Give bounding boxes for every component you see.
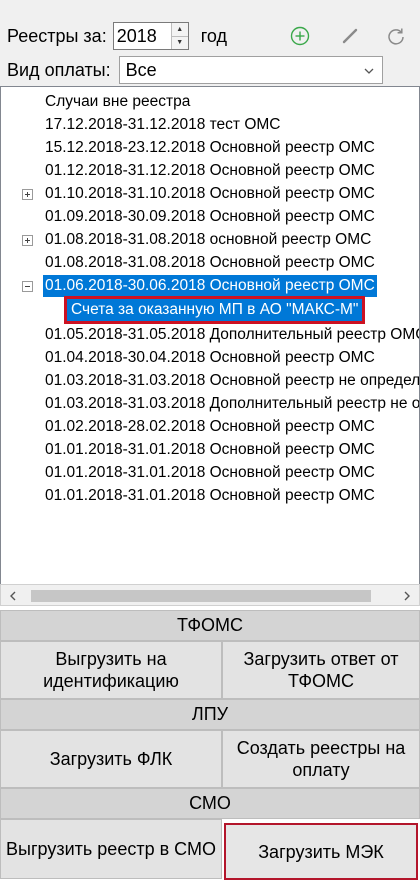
year-spinner: ▲ ▼ bbox=[170, 23, 188, 49]
tree-item-label[interactable]: 01.01.2018-31.01.2018 Основной реестр ОМ… bbox=[43, 439, 377, 461]
year-row: Реестры за: 2018 ▲ ▼ год bbox=[7, 22, 227, 50]
tree-item-selected[interactable]: 01.06.2018-30.06.2018 Основной реестр ОМ… bbox=[1, 275, 419, 297]
tree-item-label[interactable]: 01.08.2018-31.08.2018 Основной реестр ОМ… bbox=[43, 252, 377, 274]
tree-item-label[interactable]: 01.09.2018-30.09.2018 Основной реестр ОМ… bbox=[43, 206, 377, 228]
scroll-right-icon[interactable] bbox=[399, 588, 415, 604]
tree-item[interactable]: 01.08.2018-31.08.2018 основной реестр ОМ… bbox=[1, 229, 419, 251]
scrollbar-thumb[interactable] bbox=[31, 590, 371, 602]
tree-item[interactable]: 01.09.2018-30.09.2018 Основной реестр ОМ… bbox=[1, 206, 419, 228]
tree-item[interactable]: 01.05.2018-31.05.2018 Дополнительный рее… bbox=[1, 324, 419, 346]
tree-item[interactable]: 01.03.2018-31.03.2018 Дополнительный рее… bbox=[1, 393, 419, 415]
year-value[interactable]: 2018 bbox=[114, 26, 171, 47]
export-registry-smo-button[interactable]: Выгрузить реестр в СМО bbox=[0, 819, 222, 879]
tree-item[interactable]: 01.08.2018-31.08.2018 Основной реестр ОМ… bbox=[1, 252, 419, 274]
registry-label: Реестры за: bbox=[7, 25, 107, 46]
tree-item-label[interactable]: 17.12.2018-31.12.2018 тест ОМС bbox=[43, 114, 282, 136]
section-header-lpu: ЛПУ bbox=[0, 699, 420, 730]
tree-item-label[interactable]: 15.12.2018-23.12.2018 Основной реестр ОМ… bbox=[43, 137, 377, 159]
tree-item-label[interactable]: 01.01.2018-31.01.2018 Основной реестр ОМ… bbox=[43, 462, 377, 484]
expand-plus-icon[interactable] bbox=[22, 235, 33, 246]
registry-tree[interactable]: Случаи вне реестра 17.12.2018-31.12.2018… bbox=[0, 86, 420, 584]
tree-item-label[interactable]: 01.04.2018-30.04.2018 Основной реестр ОМ… bbox=[43, 347, 377, 369]
load-flk-button[interactable]: Загрузить ФЛК bbox=[0, 730, 222, 788]
tree-item-label[interactable]: 01.10.2018-31.10.2018 Основной реестр ОМ… bbox=[43, 183, 377, 205]
tree-child-item-highlighted[interactable]: Счета за оказанную МП в АО "МАКС-М" bbox=[1, 296, 419, 324]
tree-item-label[interactable]: 01.08.2018-31.08.2018 основной реестр ОМ… bbox=[43, 229, 373, 251]
chevron-down-icon[interactable] bbox=[362, 64, 376, 78]
tree-item[interactable]: 17.12.2018-31.12.2018 тест ОМС bbox=[1, 114, 419, 136]
year-suffix: год bbox=[200, 25, 227, 46]
horizontal-scrollbar[interactable] bbox=[0, 584, 420, 606]
tree-item[interactable]: 01.01.2018-31.01.2018 Основной реестр ОМ… bbox=[1, 439, 419, 461]
section-header-tfoms: ТФОМС bbox=[0, 610, 420, 641]
tree-item[interactable]: 01.03.2018-31.03.2018 Основной реестр не… bbox=[1, 370, 419, 392]
collapse-minus-icon[interactable] bbox=[22, 281, 33, 292]
refresh-icon[interactable] bbox=[382, 22, 410, 50]
tree-item[interactable]: 01.10.2018-31.10.2018 Основной реестр ОМ… bbox=[1, 183, 419, 205]
pencil-icon[interactable] bbox=[336, 22, 364, 50]
load-mek-button[interactable]: Загрузить МЭК bbox=[224, 823, 418, 880]
tree-item-label[interactable]: 01.01.2018-31.01.2018 Основной реестр ОМ… bbox=[43, 485, 377, 507]
tree-item-label[interactable]: 01.02.2018-28.02.2018 Основной реестр ОМ… bbox=[43, 416, 377, 438]
toolbar: Реестры за: 2018 ▲ ▼ год Вид оплаты: Все bbox=[0, 0, 420, 86]
payment-row: Вид оплаты: Все bbox=[7, 56, 383, 84]
payment-label: Вид оплаты: bbox=[7, 59, 111, 80]
tree-item-label[interactable]: 01.05.2018-31.05.2018 Дополнительный рее… bbox=[43, 324, 419, 346]
tree-item[interactable]: 01.01.2018-31.01.2018 Основной реестр ОМ… bbox=[1, 485, 419, 507]
payment-select[interactable]: Все bbox=[118, 56, 383, 84]
spin-down-icon[interactable]: ▼ bbox=[171, 35, 188, 49]
tree-item-label[interactable]: 01.06.2018-30.06.2018 Основной реестр ОМ… bbox=[43, 275, 377, 297]
tree-item[interactable]: 01.12.2018-31.12.2018 Основной реестр ОМ… bbox=[1, 160, 419, 182]
year-stepper[interactable]: 2018 ▲ ▼ bbox=[112, 22, 189, 50]
payment-select-value[interactable]: Все bbox=[120, 60, 157, 81]
expand-plus-icon[interactable] bbox=[22, 189, 33, 200]
load-tfoms-response-button[interactable]: Загрузить ответ от ТФОМС bbox=[222, 641, 420, 699]
create-payment-registries-button[interactable]: Создать реестры на оплату bbox=[222, 730, 420, 788]
tree-item-label[interactable]: 01.03.2018-31.03.2018 Дополнительный рее… bbox=[43, 393, 419, 415]
tree-item[interactable]: Случаи вне реестра bbox=[1, 91, 419, 113]
tree-item-label[interactable]: 01.03.2018-31.03.2018 Основной реестр не… bbox=[43, 370, 419, 392]
tree-item[interactable]: 15.12.2018-23.12.2018 Основной реестр ОМ… bbox=[1, 137, 419, 159]
tree-item[interactable]: 01.04.2018-30.04.2018 Основной реестр ОМ… bbox=[1, 347, 419, 369]
tree-item[interactable]: 01.01.2018-31.01.2018 Основной реестр ОМ… bbox=[1, 462, 419, 484]
export-identification-button[interactable]: Выгрузить на идентификацию bbox=[0, 641, 222, 699]
tree-item-label[interactable]: 01.12.2018-31.12.2018 Основной реестр ОМ… bbox=[43, 160, 377, 182]
scroll-left-icon[interactable] bbox=[5, 588, 21, 604]
tree-item-label[interactable]: Случаи вне реестра bbox=[43, 91, 192, 113]
spin-up-icon[interactable]: ▲ bbox=[171, 23, 188, 36]
tree-item[interactable]: 01.02.2018-28.02.2018 Основной реестр ОМ… bbox=[1, 416, 419, 438]
add-circle-icon[interactable] bbox=[286, 22, 314, 50]
section-header-smo: СМО bbox=[0, 788, 420, 819]
tree-item-label[interactable]: Счета за оказанную МП в АО "МАКС-М" bbox=[63, 296, 366, 324]
